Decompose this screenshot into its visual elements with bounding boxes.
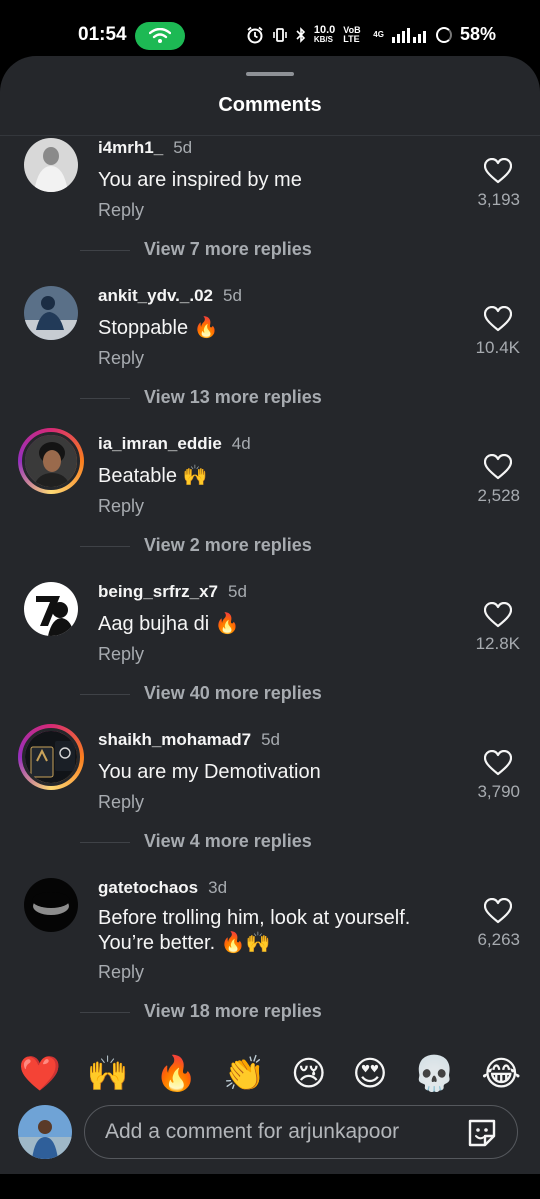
avatar-image [25,731,77,783]
divider [80,250,130,251]
comment-time: 5d [222,286,242,305]
avatar-story-ring[interactable] [18,724,84,790]
like-count: 3,193 [477,190,520,209]
emoji-skull[interactable]: 💀 [413,1057,455,1091]
system-nav-bar [0,1174,540,1199]
avatar-image [24,582,78,636]
comment-text: Beatable 🙌 [98,465,208,487]
emoji-cry[interactable]: 😢 [291,1057,326,1091]
comment-username[interactable]: being_srfrz_x7 5d [98,582,247,602]
divider [80,1012,130,1013]
divider [80,398,130,399]
sheet-title: Comments [218,94,322,116]
divider [80,694,130,695]
view-more-replies[interactable]: View 2 more replies [144,535,312,556]
view-more-replies[interactable]: View 4 more replies [144,831,312,852]
comment-text: Aag bujha di 🔥 [98,613,240,635]
emoji-fire[interactable]: 🔥 [155,1057,197,1091]
avatar[interactable] [24,582,78,636]
avatar-image [25,435,77,487]
avatar-image [18,1105,72,1159]
heart-icon[interactable] [484,898,512,924]
view-more-replies[interactable]: View 13 more replies [144,387,322,408]
heart-icon[interactable] [484,602,512,628]
comment-time: 5d [173,138,193,157]
reply-button[interactable]: Reply [98,644,144,665]
emoji-clap[interactable]: 👏 [223,1057,265,1091]
avatar[interactable] [24,878,78,932]
divider [80,546,130,547]
comment-username[interactable]: ia_imran_eddie 4d [98,434,251,454]
comment-input[interactable]: Add a comment for arjunkapoor [84,1105,518,1159]
heart-icon[interactable] [484,454,512,480]
like-count: 3,790 [477,782,520,801]
emoji-quick-bar: ❤️ 🙌 🔥 👏 😢 😍 💀 😂 [0,1042,540,1106]
avatar-image [24,878,78,932]
emoji-laugh[interactable]: 😂 [481,1057,521,1091]
view-more-replies[interactable]: View 40 more replies [144,683,322,704]
drag-handle[interactable] [246,72,294,76]
comment-input-placeholder: Add a comment for arjunkapoor [105,1120,400,1143]
reply-button[interactable]: Reply [98,792,144,813]
view-more-replies[interactable]: View 18 more replies [144,1001,322,1022]
status-bar: 01:54 10.0 KB/S VoB LTE 4G 58% [0,0,540,56]
comments-sheet: Comments i4mrh1_ 5d You are inspired by m… [0,56,540,1174]
reply-button[interactable]: Reply [98,496,144,517]
alarm-icon [247,26,263,43]
heart-icon[interactable] [484,750,512,776]
reply-button[interactable]: Reply [98,200,144,221]
like-count: 2,528 [477,486,520,505]
like-count: 10.4K [475,338,520,357]
wifi-icon [149,28,171,43]
emoji-heart-eyes[interactable]: 😍 [352,1057,387,1091]
view-more-replies[interactable]: View 7 more replies [144,239,312,260]
avatar-image [24,286,78,340]
comment-time: 5d [228,582,247,601]
comment-text: Before trolling him, look at yourself. Y… [98,907,411,954]
battery-icon [435,26,452,43]
heart-icon[interactable] [484,158,512,184]
avatar[interactable] [24,286,78,340]
comment-username[interactable]: ankit_ydv._.02 5d [98,286,242,306]
bluetooth-icon [296,26,306,43]
comment-username[interactable]: i4mrh1_ 5d [98,138,192,158]
signal-icon [391,27,426,43]
comment-text: Stoppable 🔥 [98,317,219,339]
avatar-image [24,138,78,192]
status-icons: 10.0 KB/S VoB LTE 4G 58% [246,24,496,45]
status-time: 01:54 [78,24,127,45]
sticker-icon[interactable] [465,1116,499,1150]
comment-text: You are inspired by me [98,169,302,191]
volte-badge: VoB LTE [343,24,361,44]
signal-label: 4G [373,30,384,39]
reply-button[interactable]: Reply [98,348,144,369]
comment-username[interactable]: shaikh_mohamad7 5d [98,730,280,750]
comment-composer: Add a comment for arjunkapoor [0,1100,540,1174]
emoji-raised-hands[interactable]: 🙌 [87,1057,129,1091]
heart-icon[interactable] [484,306,512,332]
like-count: 6,263 [477,930,520,949]
avatar-story-ring[interactable] [18,428,84,494]
avatar[interactable] [24,138,78,192]
comment-time: 3d [208,878,228,897]
divider [80,842,130,843]
my-avatar[interactable] [18,1105,72,1159]
vibrate-icon [273,27,287,42]
network-speed: 10.0 KB/S [313,23,336,44]
comment-time: 4d [231,434,251,453]
comment-time: 5d [261,730,280,749]
like-count: 12.8K [475,634,520,653]
comment-username[interactable]: gatetochaos 3d [98,878,227,898]
battery-percent: 58% [459,24,496,44]
divider [0,135,540,136]
emoji-heart[interactable]: ❤️ [19,1057,61,1091]
comment-text: You are my Demotivation [98,761,321,783]
reply-button[interactable]: Reply [98,962,144,983]
hotspot-indicator[interactable] [135,22,185,50]
